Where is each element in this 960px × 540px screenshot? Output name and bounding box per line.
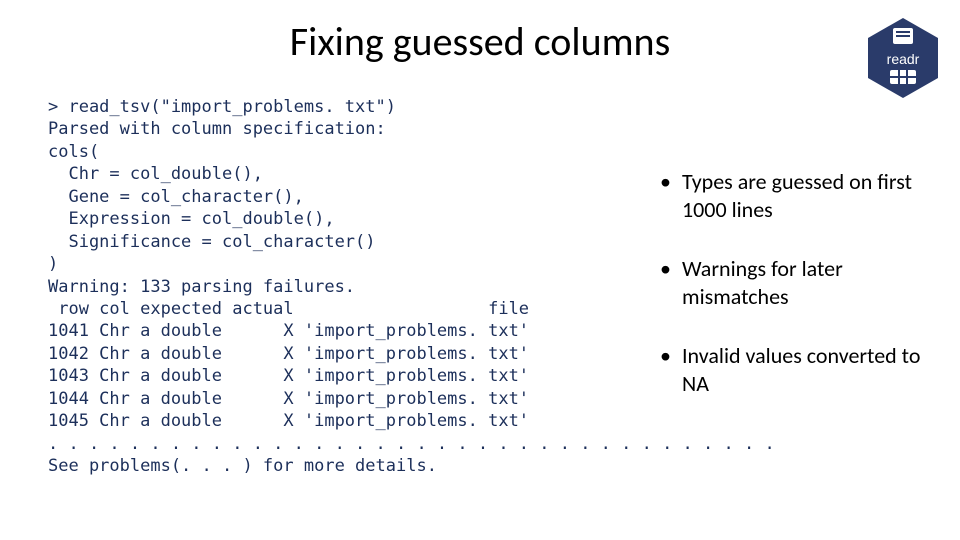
code-line: Warning: 133 parsing failures. <box>48 277 355 297</box>
code-line: Gene = col_character(), <box>48 187 304 207</box>
bullet-text: Types are guessed on first 1000 lines <box>682 168 912 223</box>
readr-logo-text: readr <box>887 51 920 67</box>
bullet-text: Invalid values converted to NA <box>682 342 920 397</box>
bullet-item: Types are guessed on first 1000 lines <box>660 168 940 223</box>
slide: Fixing guessed columns readr > read_tsv(… <box>0 0 960 540</box>
code-line: Expression = col_double(), <box>48 209 335 229</box>
code-line: cols( <box>48 142 99 162</box>
code-line: 1044 Chr a double X 'import_problems. tx… <box>48 389 529 409</box>
code-line: Parsed with column specification: <box>48 119 386 139</box>
code-line: ) <box>48 254 58 274</box>
code-line: See problems(. . . ) for more details. <box>48 456 437 476</box>
code-line: . . . . . . . . . . . . . . . . . . . . … <box>48 434 775 454</box>
code-line: 1041 Chr a double X 'import_problems. tx… <box>48 321 529 341</box>
code-line: Chr = col_double(), <box>48 164 263 184</box>
bullet-item: Invalid values converted to NA <box>660 342 940 397</box>
code-line: 1042 Chr a double X 'import_problems. tx… <box>48 344 529 364</box>
code-line: 1045 Chr a double X 'import_problems. tx… <box>48 411 529 431</box>
code-block: > read_tsv("import_problems. txt") Parse… <box>48 96 608 477</box>
readr-logo: readr <box>868 18 938 98</box>
bullet-list: Types are guessed on first 1000 lines Wa… <box>660 168 940 429</box>
bullet-item: Warnings for later mismatches <box>660 255 940 310</box>
code-line: 1043 Chr a double X 'import_problems. tx… <box>48 366 529 386</box>
bullet-text: Warnings for later mismatches <box>682 255 843 310</box>
code-line: Significance = col_character() <box>48 232 376 252</box>
page-title: Fixing guessed columns <box>0 17 960 66</box>
code-line: > read_tsv("import_problems. txt") <box>48 97 396 117</box>
code-line: row col expected actual file <box>48 299 529 319</box>
